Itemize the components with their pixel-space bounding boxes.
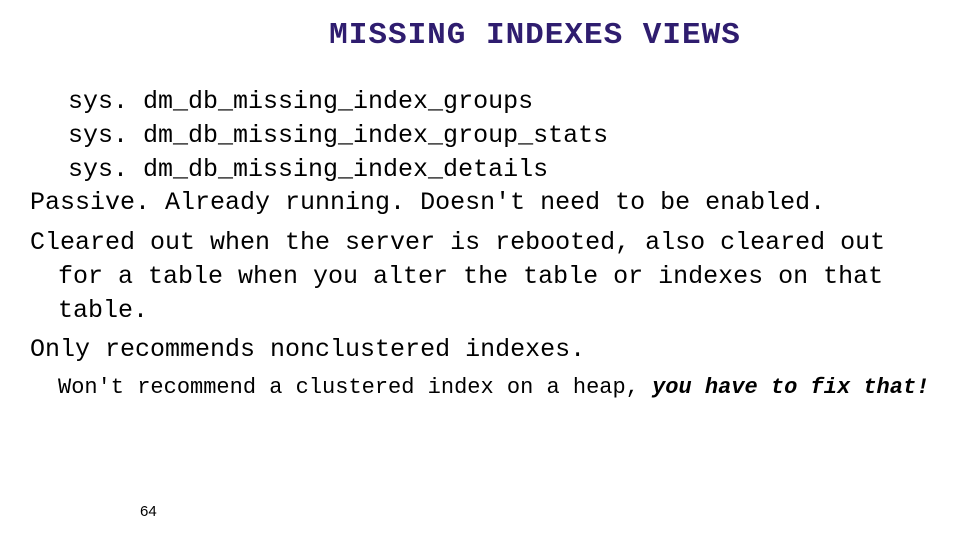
page-number: 64 [140,503,157,520]
bullet-recommends: Only recommends nonclustered indexes. [30,333,930,367]
slide-content: sys. dm_db_missing_index_groups sys. dm_… [0,53,960,403]
sub-bullet-prefix: Won't recommend a clustered index on a h… [58,375,652,400]
bullet-passive: Passive. Already running. Doesn't need t… [30,186,930,220]
sub-bullet-emphasis: you have to fix that! [652,375,929,400]
bullet-cleared: Cleared out when the server is rebooted,… [30,226,930,327]
sub-bullet-clustered: Won't recommend a clustered index on a h… [30,373,930,403]
view-name-1: sys. dm_db_missing_index_groups [30,85,930,119]
slide-title: MISSING INDEXES VIEWS [0,0,960,53]
view-name-2: sys. dm_db_missing_index_group_stats [30,119,930,153]
view-name-3: sys. dm_db_missing_index_details [30,153,930,187]
